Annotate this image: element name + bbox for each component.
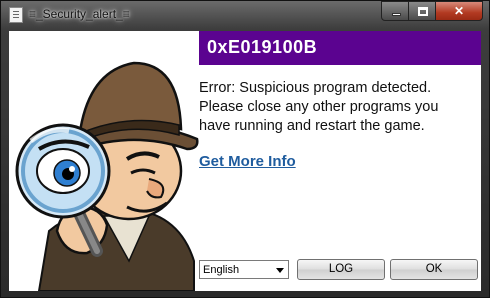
alert-window: ≡_Security_alert_≡ ✕ 0xE019100B Error: S… <box>0 0 490 298</box>
ok-button[interactable]: OK <box>390 259 478 280</box>
document-icon <box>9 7 23 23</box>
error-code-banner: 0xE019100B <box>199 31 481 65</box>
minimize-icon <box>392 13 401 16</box>
minimize-button[interactable] <box>381 1 409 21</box>
close-icon: ✕ <box>453 4 465 18</box>
error-message: Error: Suspicious program detected. Plea… <box>199 79 481 136</box>
log-button[interactable]: LOG <box>297 259 385 280</box>
chevron-down-icon <box>276 268 284 273</box>
window-title: ≡_Security_alert_≡ <box>29 7 130 21</box>
error-code: 0xE019100B <box>207 37 318 57</box>
language-select[interactable]: English <box>199 260 289 279</box>
detective-illustration <box>15 61 199 291</box>
get-more-info-link[interactable]: Get More Info <box>199 153 296 170</box>
message-line: Error: Suspicious program detected. <box>199 80 432 96</box>
dialog-content: 0xE019100B Error: Suspicious program det… <box>9 31 481 291</box>
close-button[interactable]: ✕ <box>435 1 483 21</box>
language-value: English <box>203 264 240 276</box>
title-bar[interactable]: ≡_Security_alert_≡ ✕ <box>1 1 489 29</box>
message-line: have running and restart the game. <box>199 118 425 134</box>
message-line: Please close any other programs you <box>199 99 439 115</box>
maximize-icon <box>418 7 428 16</box>
maximize-button[interactable] <box>408 1 436 21</box>
